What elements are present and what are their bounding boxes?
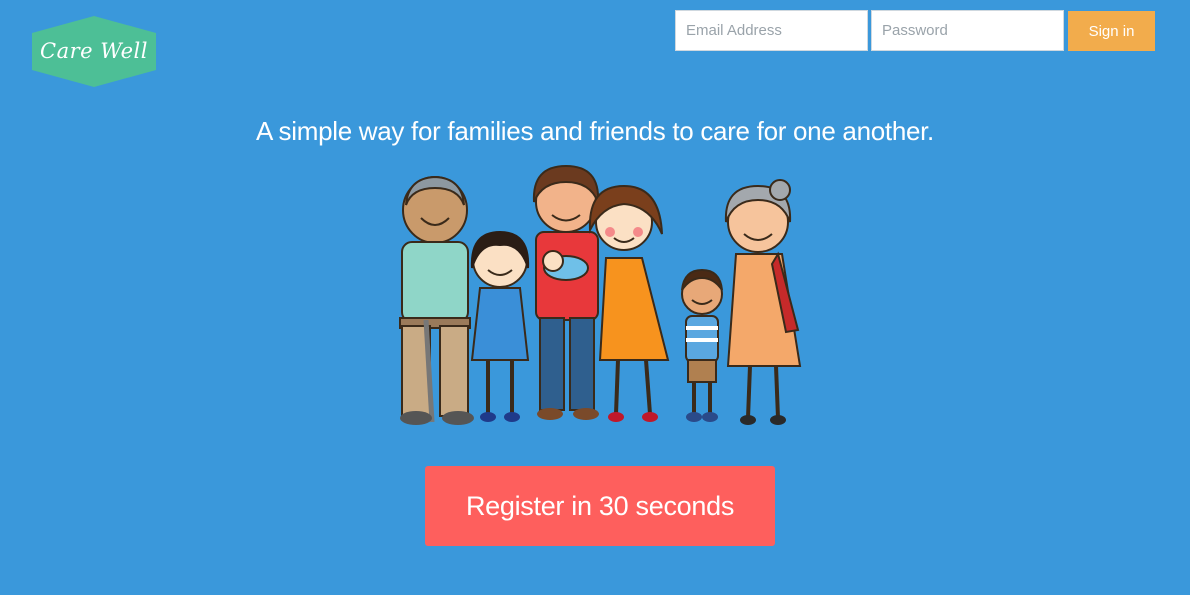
register-button[interactable]: Register in 30 seconds (425, 466, 775, 546)
care-well-logo[interactable]: Care Well (29, 15, 159, 88)
mother-figure (588, 184, 670, 422)
grandmother-figure (724, 179, 802, 425)
grandfather-figure (399, 175, 474, 425)
email-field[interactable] (675, 10, 868, 51)
sign-in-button[interactable]: Sign in (1068, 11, 1155, 51)
hero-tagline: A simple way for families and friends to… (256, 116, 934, 146)
logo-text: Care Well (40, 39, 148, 63)
father-figure (532, 164, 600, 420)
landing-page: Care Well Sign in A simple way for famil… (0, 0, 1190, 595)
girl-figure (470, 230, 530, 422)
family-illustration-icon (399, 164, 802, 425)
boy-figure (681, 268, 723, 422)
password-field[interactable] (871, 10, 1064, 51)
